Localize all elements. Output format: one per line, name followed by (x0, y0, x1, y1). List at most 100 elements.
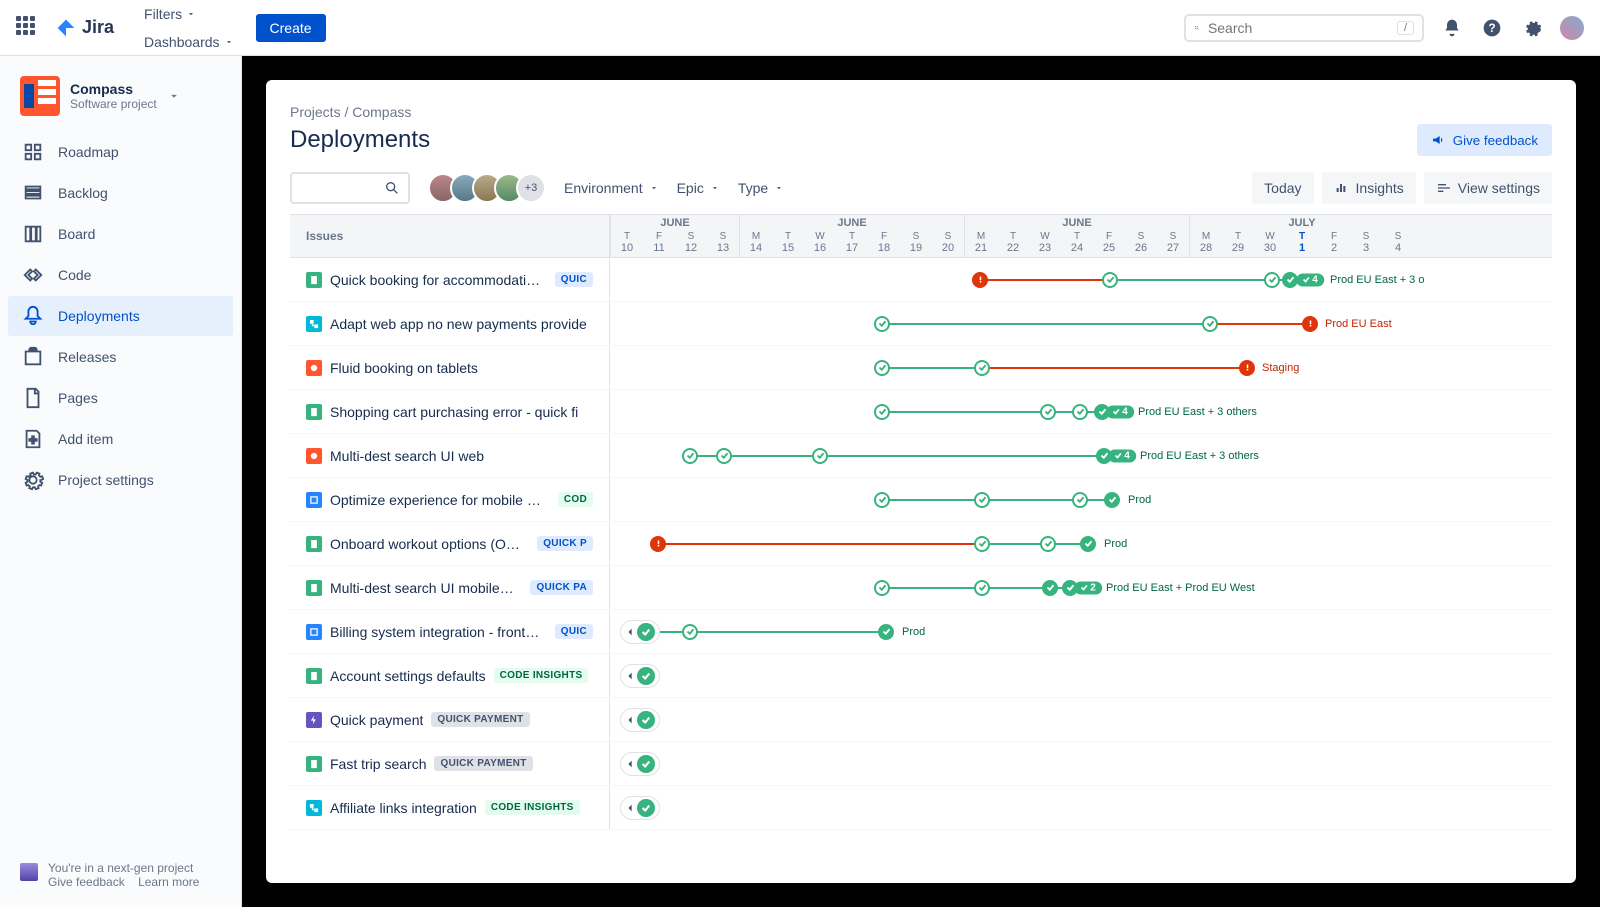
deploy-marker-ok[interactable] (1102, 272, 1118, 288)
issue-cell[interactable]: Shopping cart purchasing error - quick f… (290, 390, 610, 433)
avatar-overflow[interactable]: +3 (516, 173, 546, 203)
deploy-marker-ok[interactable] (812, 448, 828, 464)
issue-cell[interactable]: Billing system integration - frontendQUI… (290, 610, 610, 653)
issue-cell[interactable]: Fast trip searchQUICK PAYMENT (290, 742, 610, 785)
deploy-marker-okfill[interactable] (1042, 580, 1058, 596)
nav-dashboards[interactable]: Dashboards (134, 28, 244, 56)
deploy-marker-okfill[interactable] (1104, 492, 1120, 508)
issue-row[interactable]: Quick booking for accommodationsQUIC4Pro… (290, 258, 1552, 302)
day-cell[interactable]: W23 (1029, 231, 1061, 254)
issue-search-field[interactable] (290, 172, 410, 204)
issue-row[interactable]: Shopping cart purchasing error - quick f… (290, 390, 1552, 434)
collapse-chip[interactable] (620, 752, 660, 776)
day-cell[interactable]: F18 (868, 231, 900, 254)
deploy-marker-ok[interactable] (974, 492, 990, 508)
issue-row[interactable]: Quick paymentQUICK PAYMENT (290, 698, 1552, 742)
day-cell[interactable]: S4 (1382, 231, 1414, 254)
footer-learn-link[interactable]: Learn more (138, 875, 199, 889)
day-cell[interactable]: T22 (997, 231, 1029, 254)
deploy-marker-fail[interactable] (1302, 316, 1318, 332)
day-cell[interactable]: S3 (1350, 231, 1382, 254)
day-cell[interactable]: M14 (740, 231, 772, 254)
day-cell[interactable]: S19 (900, 231, 932, 254)
deploy-marker-ok[interactable] (874, 360, 890, 376)
deploy-count-badge[interactable]: 4 (1106, 405, 1134, 418)
day-cell[interactable]: S20 (932, 231, 964, 254)
deploy-marker-ok[interactable] (974, 580, 990, 596)
epic-filter[interactable]: Epic (677, 180, 720, 196)
deploy-marker-ok[interactable] (874, 580, 890, 596)
issue-row[interactable]: Billing system integration - frontendQUI… (290, 610, 1552, 654)
day-cell[interactable]: M28 (1190, 231, 1222, 254)
sidebar-item-deployments[interactable]: Deployments (8, 296, 233, 336)
deploy-marker-ok[interactable] (682, 624, 698, 640)
issue-row[interactable]: Multi-dest search UI mobilewebQUICK PA2P… (290, 566, 1552, 610)
sidebar-item-releases[interactable]: Releases (8, 337, 233, 377)
day-cell[interactable]: S27 (1157, 231, 1189, 254)
deploy-marker-ok[interactable] (874, 492, 890, 508)
deploy-marker-ok[interactable] (1202, 316, 1218, 332)
issue-cell[interactable]: Multi-dest search UI web (290, 434, 610, 477)
deploy-marker-okfill[interactable] (1080, 536, 1096, 552)
deploy-marker-ok[interactable] (1040, 404, 1056, 420)
breadcrumb-compass[interactable]: Compass (352, 104, 411, 120)
give-feedback-button[interactable]: Give feedback (1417, 124, 1552, 156)
issue-row[interactable]: Fluid booking on tabletsStaging (290, 346, 1552, 390)
day-cell[interactable]: F11 (643, 231, 675, 254)
assignee-avatars[interactable]: +3 (428, 173, 546, 203)
issue-cell[interactable]: Quick paymentQUICK PAYMENT (290, 698, 610, 741)
deploy-marker-ok[interactable] (1072, 404, 1088, 420)
issue-row[interactable]: Multi-dest search UI web4Prod EU East + … (290, 434, 1552, 478)
issue-row[interactable]: Adapt web app no new payments providePro… (290, 302, 1552, 346)
footer-feedback-link[interactable]: Give feedback (48, 875, 125, 889)
day-cell[interactable]: T17 (836, 231, 868, 254)
day-cell[interactable]: F25 (1093, 231, 1125, 254)
day-cell[interactable]: F2 (1318, 231, 1350, 254)
user-avatar[interactable] (1560, 16, 1584, 40)
insights-button[interactable]: Insights (1322, 172, 1416, 204)
issue-row[interactable]: Onboard workout options (OWO)QUICK PProd (290, 522, 1552, 566)
deploy-marker-fail[interactable] (972, 272, 988, 288)
day-cell[interactable]: S12 (675, 231, 707, 254)
app-switcher-icon[interactable] (16, 16, 40, 40)
day-cell[interactable]: W16 (804, 231, 836, 254)
collapse-chip[interactable] (620, 664, 660, 688)
day-cell[interactable]: T24 (1061, 231, 1093, 254)
timeline-body[interactable]: Quick booking for accommodationsQUIC4Pro… (290, 258, 1552, 883)
today-button[interactable]: Today (1252, 172, 1313, 204)
breadcrumb-projects[interactable]: Projects (290, 104, 341, 120)
deploy-marker-ok[interactable] (974, 536, 990, 552)
issue-cell[interactable]: Adapt web app no new payments provide (290, 302, 610, 345)
issue-row[interactable]: Account settings defaultsCODE INSIGHTS (290, 654, 1552, 698)
issue-row[interactable]: Affiliate links integrationCODE INSIGHTS (290, 786, 1552, 830)
notifications-icon[interactable] (1440, 16, 1464, 40)
collapse-chip[interactable] (620, 620, 660, 644)
global-search[interactable]: / (1184, 14, 1424, 42)
sidebar-item-backlog[interactable]: Backlog (8, 173, 233, 213)
day-cell[interactable]: W30 (1254, 231, 1286, 254)
deploy-marker-ok[interactable] (1264, 272, 1280, 288)
project-header[interactable]: Compass Software project (8, 76, 233, 132)
search-input[interactable] (1208, 20, 1389, 36)
deploy-marker-ok[interactable] (682, 448, 698, 464)
deploy-marker-okfill[interactable] (878, 624, 894, 640)
day-cell[interactable]: M21 (965, 231, 997, 254)
issue-cell[interactable]: Multi-dest search UI mobilewebQUICK PA (290, 566, 610, 609)
create-button[interactable]: Create (256, 14, 326, 42)
deploy-marker-ok[interactable] (1040, 536, 1056, 552)
issue-cell[interactable]: Affiliate links integrationCODE INSIGHTS (290, 786, 610, 829)
chevron-down-icon[interactable] (167, 89, 181, 103)
jira-logo[interactable]: Jira (56, 17, 114, 38)
deploy-count-badge[interactable]: 4 (1108, 449, 1136, 462)
deploy-marker-ok[interactable] (1072, 492, 1088, 508)
issue-row[interactable]: Optimize experience for mobile webCODPro… (290, 478, 1552, 522)
view-settings-button[interactable]: View settings (1424, 172, 1552, 204)
issue-cell[interactable]: Optimize experience for mobile webCOD (290, 478, 610, 521)
issue-cell[interactable]: Fluid booking on tablets (290, 346, 610, 389)
day-cell[interactable]: T29 (1222, 231, 1254, 254)
issue-cell[interactable]: Onboard workout options (OWO)QUICK P (290, 522, 610, 565)
deploy-marker-fail[interactable] (1239, 360, 1255, 376)
settings-icon[interactable] (1520, 16, 1544, 40)
issue-cell[interactable]: Quick booking for accommodationsQUIC (290, 258, 610, 301)
sidebar-item-pages[interactable]: Pages (8, 378, 233, 418)
